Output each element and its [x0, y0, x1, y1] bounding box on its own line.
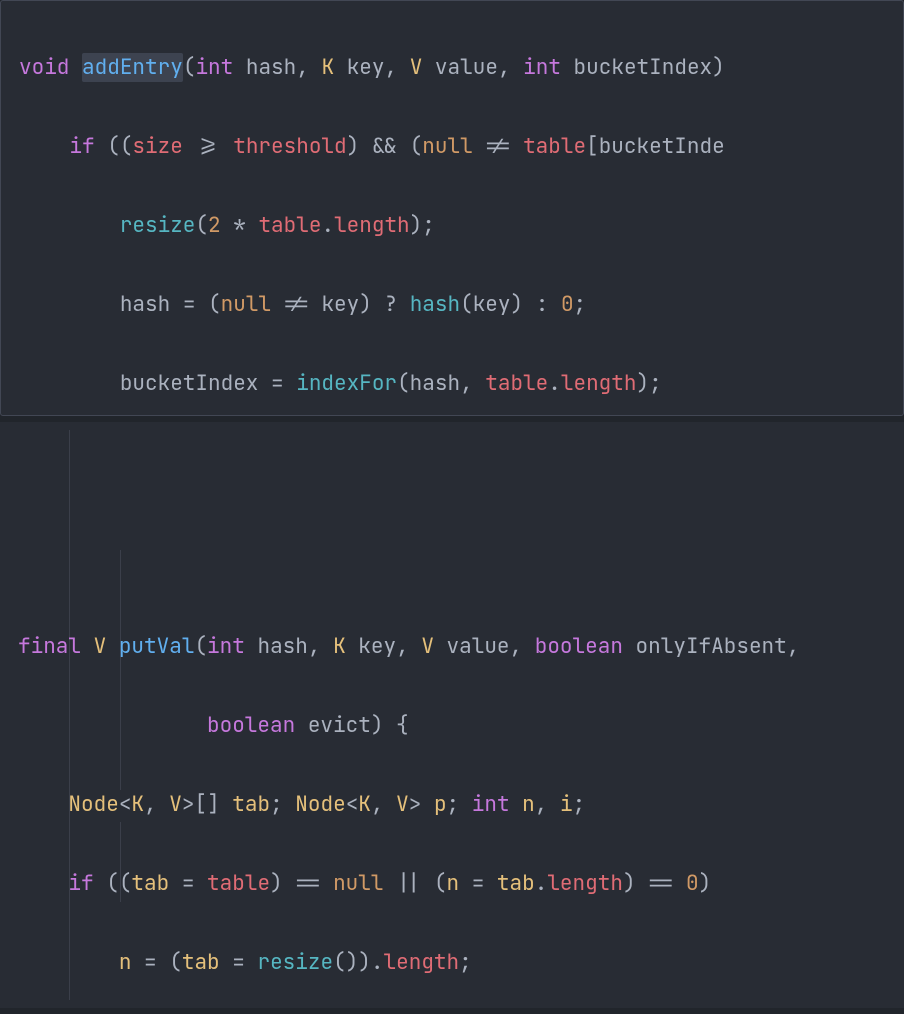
code-line[interactable]: final V putVal(int hash, K key, V value,… [18, 627, 904, 666]
code-line[interactable]: n = (tab = resize()).length; [18, 943, 904, 982]
code-line[interactable]: bucketIndex = indexFor(hash, table.lengt… [19, 364, 903, 403]
code-line[interactable]: hash = (null != key) ? hash(key) : 0; [19, 285, 903, 324]
code-line[interactable]: resize(2 * table.length); [19, 206, 903, 245]
code-editor-pane-1[interactable]: void addEntry(int hash, K key, V value, … [0, 0, 904, 416]
method-name-addEntry[interactable]: addEntry [82, 53, 183, 82]
code-line[interactable]: boolean evict) { [18, 706, 904, 745]
code-line[interactable]: if ((size >= threshold) && (null != tabl… [19, 127, 903, 166]
keyword-void: void [19, 54, 69, 81]
code-line[interactable]: Node<K, V>[] tab; Node<K, V> p; int n, i… [18, 785, 904, 824]
code-line[interactable]: if ((tab = table) == null || (n = tab.le… [18, 864, 904, 903]
code-line[interactable]: void addEntry(int hash, K key, V value, … [19, 48, 903, 87]
code-editor-pane-2[interactable]: final V putVal(int hash, K key, V value,… [0, 422, 904, 1008]
method-name-putVal: putVal [119, 633, 195, 660]
